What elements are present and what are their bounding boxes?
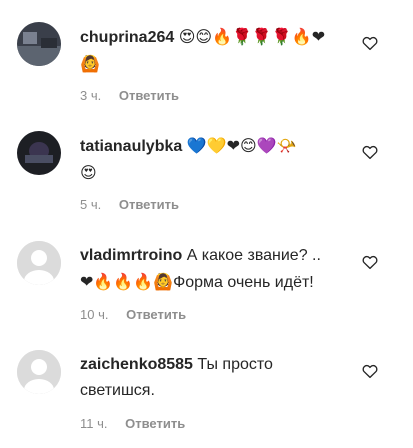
- comment-username[interactable]: chuprina264: [80, 29, 174, 46]
- reply-button[interactable]: Ответить: [119, 197, 179, 212]
- comment-username[interactable]: zaichenko8585: [80, 356, 193, 373]
- avatar[interactable]: [17, 22, 61, 66]
- comment-time[interactable]: 5 ч.: [80, 197, 101, 212]
- comment-username[interactable]: vladimrtroino: [80, 247, 182, 264]
- heart-outline-icon[interactable]: [361, 362, 379, 380]
- heart-outline-icon[interactable]: [361, 143, 379, 161]
- heart-outline-icon[interactable]: [361, 253, 379, 271]
- comment-time[interactable]: 3 ч.: [80, 88, 101, 103]
- avatar[interactable]: [17, 131, 61, 175]
- comment-meta: 11 ч. Ответить: [80, 416, 185, 431]
- comment-emoji: ❤🔥🔥🔥🙆: [80, 272, 174, 291]
- comment-emoji-line2: 🙆: [80, 54, 100, 73]
- comment-meta: 5 ч. Ответить: [80, 197, 179, 212]
- reply-button[interactable]: Ответить: [125, 416, 185, 431]
- comment-emoji: 😍😊🔥🌹🌹🌹🔥❤: [178, 27, 326, 46]
- comment-text: Ты просто: [197, 356, 273, 373]
- comment-time[interactable]: 11 ч.: [80, 416, 108, 431]
- reply-button[interactable]: Ответить: [126, 307, 186, 322]
- comment-emoji: 💙💛❤😊💜📯: [186, 136, 297, 155]
- comment-text-line2: Форма очень идёт!: [173, 274, 314, 291]
- comment-emoji-line2: 😍: [80, 163, 97, 182]
- comment-time[interactable]: 10 ч.: [80, 307, 108, 322]
- comment-text: А какое звание? ..: [186, 247, 321, 264]
- reply-button[interactable]: Ответить: [119, 88, 179, 103]
- avatar-placeholder-icon[interactable]: [17, 350, 61, 394]
- avatar-placeholder-icon[interactable]: [17, 241, 61, 285]
- comment-text-line2: светишся.: [80, 382, 155, 399]
- comment-meta: 3 ч. Ответить: [80, 88, 179, 103]
- comment-meta: 10 ч. Ответить: [80, 307, 186, 322]
- heart-outline-icon[interactable]: [361, 34, 379, 52]
- comment-username[interactable]: tatianaulybka: [80, 138, 182, 155]
